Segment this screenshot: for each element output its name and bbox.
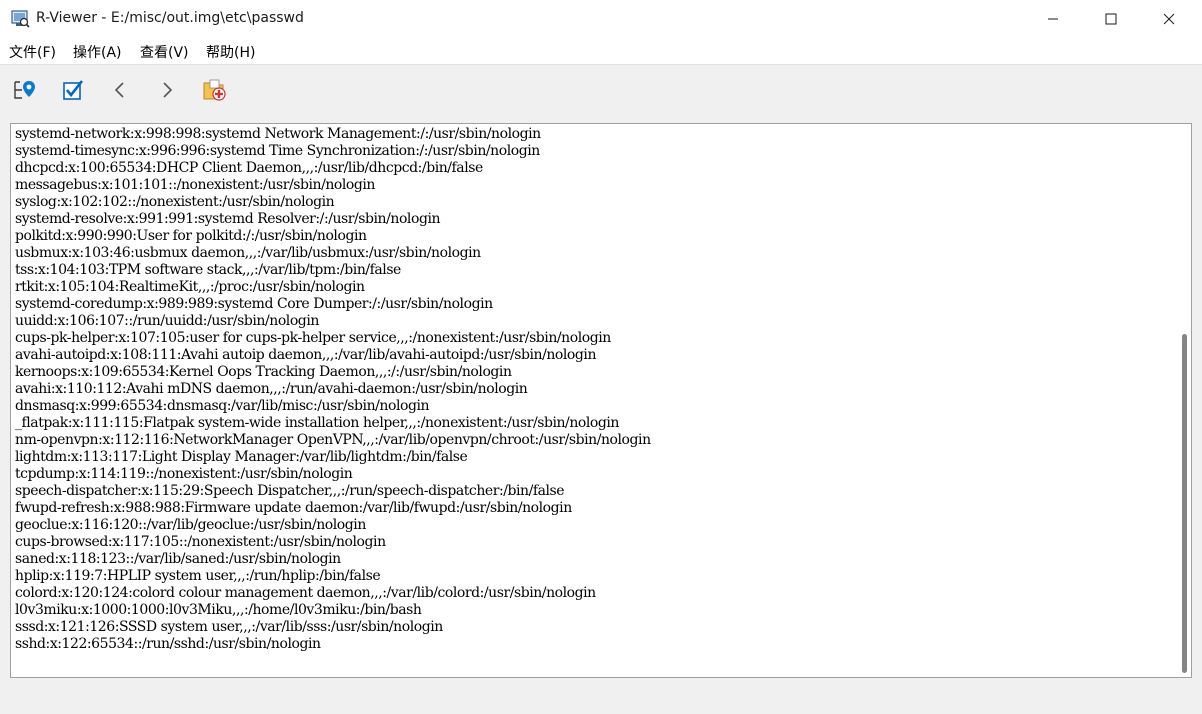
- menu-file[interactable]: 文件(F): [9, 42, 56, 62]
- maximize-icon: [1105, 13, 1117, 25]
- file-line: systemd-resolve:x:991:991:systemd Resolv…: [15, 211, 441, 227]
- vertical-scrollbar[interactable]: [1177, 124, 1191, 677]
- file-line: tcpdump:x:114:119::/nonexistent:/usr/sbi…: [15, 466, 353, 482]
- file-line: systemd-timesync:x:996:996:systemd Time …: [15, 143, 540, 159]
- forward-button[interactable]: [154, 77, 180, 103]
- menu-help[interactable]: 帮助(H): [206, 42, 255, 62]
- window-title: R-Viewer - E:/misc/out.img\etc\passwd: [36, 10, 304, 26]
- locate-in-tree-button[interactable]: [12, 77, 38, 103]
- locate-tree-icon: [14, 81, 35, 99]
- file-content: systemd-network:x:998:998:systemd Networ…: [15, 126, 651, 653]
- app-icon: [11, 10, 30, 28]
- scrollbar-thumb[interactable]: [1182, 334, 1187, 673]
- back-button[interactable]: [107, 77, 133, 103]
- minimize-button[interactable]: [1024, 0, 1082, 38]
- file-line: lightdm:x:113:117:Light Display Manager:…: [15, 449, 468, 465]
- menu-bar: 文件(F) 操作(A) 查看(V) 帮助(H): [0, 38, 1202, 64]
- file-line: l0v3miku:x:1000:1000:l0v3Miku,,,:/home/l…: [15, 602, 422, 618]
- file-line: syslog:x:102:102::/nonexistent:/usr/sbin…: [15, 194, 335, 210]
- file-line: nm-openvpn:x:112:116:NetworkManager Open…: [15, 432, 651, 448]
- file-line: geoclue:x:116:120::/var/lib/geoclue:/usr…: [15, 517, 366, 533]
- menu-action[interactable]: 操作(A): [73, 42, 122, 62]
- file-line: sssd:x:121:126:SSSD system user,,,:/var/…: [15, 619, 443, 635]
- recover-button[interactable]: [202, 77, 228, 103]
- file-line: messagebus:x:101:101::/nonexistent:/usr/…: [15, 177, 375, 193]
- close-button[interactable]: [1140, 0, 1198, 38]
- file-line: hplip:x:119:7:HPLIP system user,,,:/run/…: [15, 568, 381, 584]
- file-line: systemd-coredump:x:989:989:systemd Core …: [15, 296, 493, 312]
- check-icon: [63, 80, 84, 100]
- file-line: systemd-network:x:998:998:systemd Networ…: [15, 126, 541, 142]
- back-icon: [114, 82, 124, 98]
- file-line: rtkit:x:105:104:RealtimeKit,,,:/proc:/us…: [15, 279, 365, 295]
- file-line: tss:x:104:103:TPM software stack,,,:/var…: [15, 262, 401, 278]
- file-line: _flatpak:x:111:115:Flatpak system-wide i…: [15, 415, 619, 431]
- toolbar: [0, 64, 1202, 115]
- file-line: dhcpcd:x:100:65534:DHCP Client Daemon,,,…: [15, 160, 483, 176]
- minimize-icon: [1048, 18, 1058, 20]
- close-icon: [1163, 13, 1175, 25]
- file-line: uuidd:x:106:107::/run/uuidd:/usr/sbin/no…: [15, 313, 319, 329]
- file-line: avahi:x:110:112:Avahi mDNS daemon,,,:/ru…: [15, 381, 528, 397]
- file-line: sshd:x:122:65534::/run/sshd:/usr/sbin/no…: [15, 636, 321, 652]
- recover-files-icon: [203, 79, 226, 101]
- title-bar: R-Viewer - E:/misc/out.img\etc\passwd: [0, 0, 1202, 38]
- mark-button[interactable]: [60, 77, 86, 103]
- file-line: kernoops:x:109:65534:Kernel Oops Trackin…: [15, 364, 512, 380]
- file-line: cups-pk-helper:x:107:105:user for cups-p…: [15, 330, 611, 346]
- file-line: colord:x:120:124:colord colour managemen…: [15, 585, 596, 601]
- menu-view[interactable]: 查看(V): [140, 42, 189, 62]
- forward-icon: [163, 82, 173, 98]
- file-line: saned:x:118:123::/var/lib/saned:/usr/sbi…: [15, 551, 341, 567]
- file-line: dnsmasq:x:999:65534:dnsmasq:/var/lib/mis…: [15, 398, 430, 414]
- file-line: avahi-autoipd:x:108:111:Avahi autoip dae…: [15, 347, 597, 363]
- file-line: polkitd:x:990:990:User for polkitd:/:/us…: [15, 228, 367, 244]
- file-line: cups-browsed:x:117:105::/nonexistent:/us…: [15, 534, 386, 550]
- file-line: usbmux:x:103:46:usbmux daemon,,,:/var/li…: [15, 245, 481, 261]
- file-line: fwupd-refresh:x:988:988:Firmware update …: [15, 500, 572, 516]
- file-viewer[interactable]: systemd-network:x:998:998:systemd Networ…: [10, 123, 1192, 678]
- file-line: speech-dispatcher:x:115:29:Speech Dispat…: [15, 483, 565, 499]
- maximize-button[interactable]: [1082, 0, 1140, 38]
